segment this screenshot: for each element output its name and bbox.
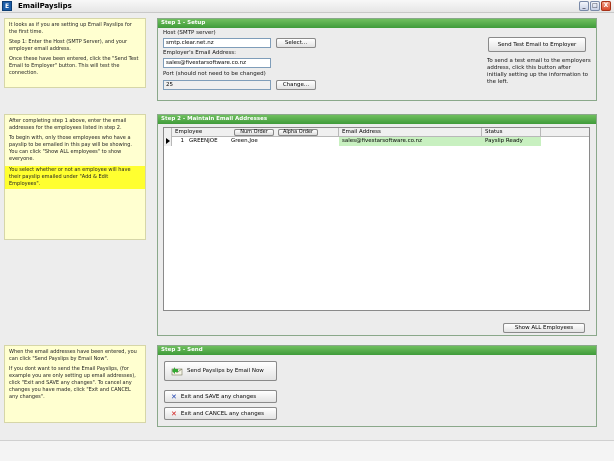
email-send-icon [171, 367, 183, 376]
num-order-button[interactable]: Num Order [234, 129, 274, 136]
app-icon: E [2, 1, 12, 11]
step3-header: Step 3 - Send [158, 346, 596, 355]
employee-email[interactable]: sales@fivestarsoftware.co.nz [339, 137, 482, 146]
employee-num: 1 [180, 138, 185, 144]
employer-email-label: Employer's Email Address: [163, 50, 237, 56]
show-all-employees-button[interactable]: Show ALL Employees [503, 323, 585, 333]
setup-note-line: Step 1: Enter the Host (SMTP Server), an… [9, 39, 128, 52]
send-note-line: When the email addresses have been enter… [9, 349, 137, 362]
change-port-button[interactable]: Change... [276, 80, 316, 90]
maximize-button[interactable]: □ [590, 1, 600, 11]
cancel-x-icon: ✕ [171, 409, 177, 418]
send-note: When the email addresses have been enter… [4, 345, 146, 423]
employee-grid: Employee Num Order Alpha Order Email Add… [163, 127, 590, 311]
main-area: It looks as if you are setting up Email … [0, 13, 614, 440]
send-payslips-label: Send Payslips by Email Now [187, 368, 264, 374]
send-payslips-button[interactable]: Send Payslips by Email Now [164, 361, 277, 381]
minimize-button[interactable]: _ [579, 1, 589, 11]
employer-email-input[interactable]: sales@fivestarsoftware.co.nz [163, 58, 271, 68]
step3-panel: Step 3 - Send Send Payslips by Email Now… [157, 345, 597, 427]
send-note-line: If you dont want to send the Email Paysl… [9, 366, 136, 400]
current-row-indicator [164, 137, 172, 146]
employee-code: GREENJOE [189, 138, 218, 144]
maintain-note-line: After completing step 1 above, enter the… [9, 118, 127, 131]
setup-note-line: It looks as if you are setting up Email … [9, 22, 132, 35]
step2-header: Step 2 - Maintain Email Addresses [158, 115, 596, 124]
column-email[interactable]: Email Address [339, 128, 482, 137]
column-status[interactable]: Status [482, 128, 541, 137]
host-label: Host (SMTP server) [163, 30, 216, 36]
exit-save-label: Exit and SAVE any changes [180, 393, 257, 400]
row-selector-header [164, 128, 172, 137]
employee-name: Green,Joe [231, 138, 258, 144]
step1-panel: Step 1 - Setup Host (SMTP server) smtp.c… [157, 18, 597, 101]
save-x-icon: ✕ [171, 392, 177, 401]
maintain-note-highlight: You select whether or not an employee wi… [5, 166, 145, 189]
employee-status: Payslip Ready [482, 137, 541, 146]
port-input: 25 [163, 80, 271, 90]
exit-cancel-label: Exit and CANCEL any changes [180, 410, 264, 417]
exit-cancel-button[interactable]: ✕ Exit and CANCEL any changes [164, 407, 277, 420]
alpha-order-button[interactable]: Alpha Order [278, 129, 318, 136]
grid-header: Employee Num Order Alpha Order Email Add… [164, 128, 589, 137]
window-controls: _ □ X [579, 1, 611, 11]
close-button[interactable]: X [601, 1, 611, 11]
maintain-note-line: To begin with, only those employees who … [9, 135, 132, 162]
window-title: EmailPayslips [18, 2, 72, 10]
setup-note: It looks as if you are setting up Email … [4, 18, 146, 88]
setup-note-line: Once these have been entered, click the … [9, 56, 139, 76]
test-email-help: To send a test email to the employers ad… [487, 58, 591, 85]
table-row[interactable]: 1 GREENJOE Green,Joe sales@fivestarsoftw… [164, 137, 589, 146]
maintain-note: After completing step 1 above, enter the… [4, 114, 146, 240]
host-input[interactable]: smtp.clear.net.nz [163, 38, 271, 48]
title-bar: E EmailPayslips _ □ X [0, 0, 614, 13]
step1-header: Step 1 - Setup [158, 19, 596, 28]
send-test-email-button[interactable]: Send Test Email to Employer [488, 37, 586, 52]
row-pointer-icon [166, 138, 170, 144]
status-bar [0, 440, 614, 461]
port-label: Port (should not need to be changed) [163, 71, 266, 77]
select-host-button[interactable]: Select... [276, 38, 316, 48]
exit-save-button[interactable]: ✕ Exit and SAVE any changes [164, 390, 277, 403]
step2-panel: Step 2 - Maintain Email Addresses Employ… [157, 114, 597, 336]
